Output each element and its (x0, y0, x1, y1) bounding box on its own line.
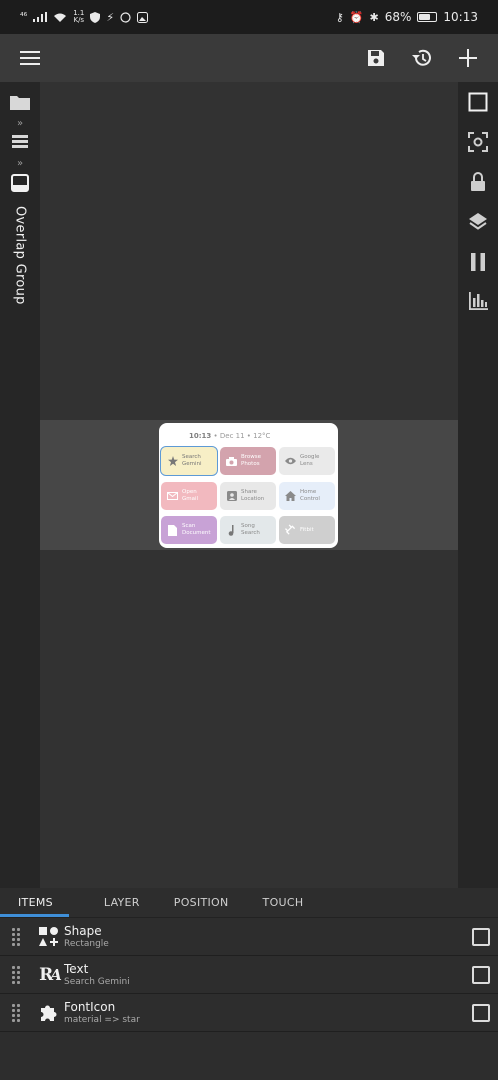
add-icon[interactable] (454, 44, 482, 72)
drag-handle-icon[interactable] (12, 965, 26, 984)
tile-open-gmail[interactable]: Open Gmail (161, 482, 217, 510)
tile-scan-document[interactable]: Scan Document (161, 516, 217, 544)
list-item[interactable]: RA Text Search Gemini (0, 956, 498, 994)
tile-label: Search Gemini (182, 454, 202, 467)
text-format-icon: RA (39, 964, 62, 985)
overlap-group-icon[interactable] (11, 174, 29, 196)
item-subtitle: material => star (64, 1015, 140, 1025)
drag-handle-icon[interactable] (12, 1003, 26, 1022)
active-tab-indicator (0, 914, 69, 917)
battery-percent: 68% (384, 10, 412, 24)
lock-icon[interactable] (470, 172, 486, 196)
item-checkbox[interactable] (472, 1003, 490, 1022)
toolbar (0, 34, 498, 82)
toolbar-actions (362, 44, 482, 72)
tile-label: Share Location (241, 489, 265, 502)
right-rail (458, 82, 498, 888)
layers-icon[interactable] (468, 212, 488, 236)
key-icon: ⚷ (335, 10, 344, 24)
item-subtitle: Rectangle (64, 939, 109, 949)
tile-song-search[interactable]: Song Search (220, 516, 276, 544)
widget-time: 10:13 (189, 432, 212, 440)
tile-label: Home Control (300, 489, 320, 502)
home-icon (285, 491, 296, 502)
item-text: Shape Rectangle (64, 924, 109, 949)
music-note-icon (226, 524, 237, 536)
tile-label: Song Search (241, 523, 260, 536)
chevron-down-icon: » (16, 118, 24, 129)
shapes-icon (38, 926, 60, 948)
tab-position[interactable]: POSITION (157, 888, 246, 918)
rectangle-select-icon[interactable] (468, 92, 488, 116)
puzzle-icon (38, 1002, 60, 1024)
bottom-tabs: ITEMS LAYER POSITION TOUCH (0, 888, 498, 918)
mail-icon (167, 491, 178, 502)
signal-bars-icon (33, 12, 48, 22)
items-list: Shape Rectangle RA Text Search Gemini Fo… (0, 918, 498, 1080)
item-text: Text Search Gemini (64, 962, 130, 987)
folder-icon[interactable] (10, 94, 30, 114)
tab-touch[interactable]: TOUCH (246, 888, 321, 918)
status-right: ⚷ ⏰ ✱ 68% 10:13 (336, 10, 478, 24)
clock: 10:13 (443, 10, 478, 24)
tile-label: Google Lens (300, 454, 320, 467)
tile-label: Fitbit (300, 526, 314, 533)
gallery-icon (137, 11, 149, 23)
eye-icon (285, 456, 296, 467)
item-checkbox[interactable] (472, 927, 490, 946)
status-bar: ⁴⁶ 1.1 K/s ⚡ ⚷ ⏰ ✱ 68% 10:13 (0, 0, 498, 34)
tab-items[interactable]: ITEMS (18, 888, 70, 918)
net-speed-unit: K/s (73, 16, 85, 24)
item-subtitle: Search Gemini (64, 977, 130, 987)
item-title: Text (64, 962, 89, 976)
left-rail: » » Overlap Group (0, 82, 40, 888)
fitness-icon (285, 524, 296, 536)
overlap-group-label[interactable]: Overlap Group (13, 206, 28, 305)
center-focus-icon[interactable] (468, 132, 488, 156)
tile-google-lens[interactable]: Google Lens (279, 447, 335, 475)
bar-chart-icon[interactable] (468, 292, 488, 314)
tile-share-location[interactable]: Share Location (220, 482, 276, 510)
save-icon[interactable] (362, 44, 390, 72)
list-item[interactable]: FontIcon material => star (0, 994, 498, 1032)
item-title: Shape (64, 924, 102, 938)
signal-icon: ⁴⁶ (20, 12, 28, 22)
widget-header: 10:13 • Dec 11 • 12°C (189, 432, 270, 440)
list-icon[interactable] (12, 134, 28, 154)
document-icon (167, 524, 178, 536)
tile-label: Browse Photos (241, 454, 262, 467)
tile-label: Scan Document (182, 523, 211, 536)
contact-icon (226, 491, 237, 502)
widget-preview-card[interactable]: 10:13 • Dec 11 • 12°C Search Gemini Brow… (159, 423, 338, 548)
chevron-down-icon: » (16, 158, 24, 169)
item-text: FontIcon material => star (64, 1000, 140, 1025)
drag-handle-icon[interactable] (12, 927, 26, 946)
list-item[interactable]: Shape Rectangle (0, 918, 498, 956)
vpn-shield-icon (90, 11, 101, 23)
widget-date-weather: • Dec 11 • 12°C (211, 432, 271, 440)
star-icon (167, 456, 178, 467)
sync-icon (120, 11, 131, 23)
bluetooth-icon: ✱ (369, 10, 379, 24)
item-checkbox[interactable] (472, 965, 490, 984)
pause-icon[interactable] (470, 252, 486, 276)
tab-layer[interactable]: LAYER (70, 888, 157, 918)
wifi-icon (54, 13, 67, 22)
tile-search-gemini[interactable]: Search Gemini (160, 446, 218, 476)
alarm-icon: ⏰ (349, 10, 364, 24)
editor-canvas[interactable]: 10:13 • Dec 11 • 12°C Search Gemini Brow… (40, 82, 458, 888)
status-left: ⁴⁶ 1.1 K/s ⚡ (20, 10, 149, 24)
camera-icon (226, 456, 237, 467)
tile-home-control[interactable]: Home Control (279, 482, 335, 510)
item-title: FontIcon (64, 1000, 116, 1014)
tile-browse-photos[interactable]: Browse Photos (220, 447, 276, 475)
flash-icon: ⚡ (106, 10, 115, 24)
tile-label: Open Gmail (182, 489, 199, 502)
tile-fitbit[interactable]: Fitbit (279, 516, 335, 544)
menu-icon[interactable] (16, 44, 44, 72)
battery-icon (417, 12, 438, 22)
history-icon[interactable] (408, 44, 436, 72)
net-speed: 1.1 K/s (73, 10, 84, 24)
